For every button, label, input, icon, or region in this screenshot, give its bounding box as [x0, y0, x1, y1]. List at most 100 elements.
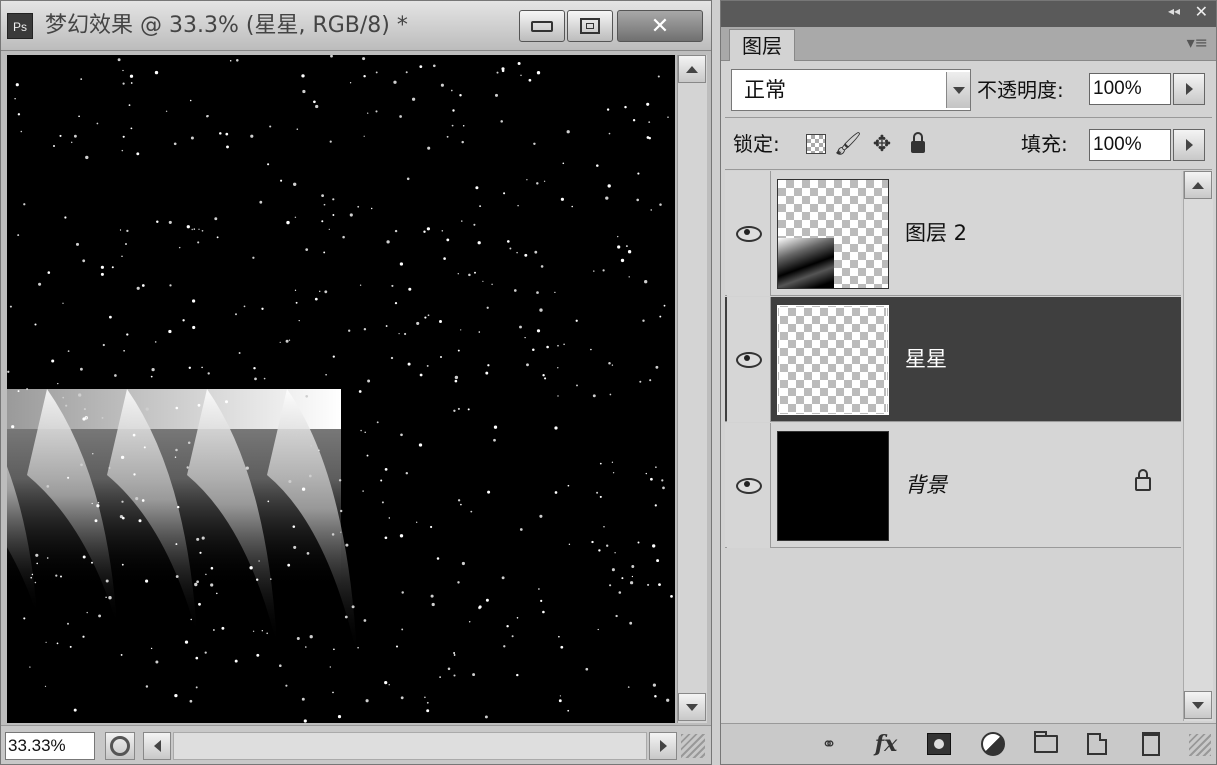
eye-icon	[735, 351, 762, 368]
fill-field[interactable]: 100%	[1089, 129, 1171, 161]
scroll-down-button[interactable]	[1184, 691, 1212, 719]
star	[539, 308, 543, 312]
star	[23, 617, 26, 620]
star	[141, 499, 145, 502]
blend-mode-dropdown-button[interactable]	[946, 72, 970, 108]
star	[121, 255, 123, 258]
star	[80, 367, 83, 371]
document-canvas[interactable]	[7, 55, 675, 723]
star	[605, 196, 609, 200]
star	[259, 200, 263, 204]
star	[453, 654, 456, 656]
star	[472, 673, 476, 677]
panel-close-icon[interactable]: ✕	[1195, 2, 1208, 21]
eye-icon	[735, 225, 762, 242]
scroll-right-button[interactable]	[649, 732, 677, 760]
star	[197, 403, 201, 407]
star	[450, 89, 453, 92]
panel-header-bar[interactable]: ◂◂ ✕	[721, 1, 1216, 27]
star	[506, 625, 509, 628]
star	[151, 367, 155, 372]
layer-name[interactable]: 背景	[905, 423, 947, 548]
star	[252, 256, 255, 259]
lock-image-pixels-icon[interactable]: 🖌	[834, 132, 862, 157]
minimize-button[interactable]	[519, 10, 565, 42]
star	[130, 127, 133, 130]
layer-name[interactable]: 星星	[905, 297, 947, 422]
star	[485, 371, 489, 375]
star	[652, 544, 656, 548]
close-button[interactable]: ✕	[617, 10, 703, 42]
scroll-down-button[interactable]	[678, 693, 706, 721]
tab-layers[interactable]: 图层	[729, 29, 795, 61]
star	[292, 525, 296, 528]
resize-grip[interactable]	[681, 734, 705, 758]
star	[175, 575, 179, 578]
visibility-toggle[interactable]	[727, 171, 771, 296]
star	[121, 516, 125, 520]
star	[64, 216, 67, 219]
fill-slider-button[interactable]	[1173, 129, 1205, 161]
scroll-up-button[interactable]	[1184, 171, 1212, 199]
panel-menu-icon[interactable]: ▾≡	[1187, 33, 1208, 52]
star	[201, 536, 205, 540]
divider	[725, 169, 1212, 170]
star	[461, 220, 463, 222]
star	[554, 491, 558, 494]
star	[384, 536, 388, 540]
lock-position-icon[interactable]: ✥	[871, 132, 893, 157]
star	[321, 220, 324, 223]
star	[324, 290, 328, 294]
visibility-toggle[interactable]	[727, 297, 771, 422]
layer-row-stars[interactable]: 星星	[725, 297, 1181, 422]
scroll-left-button[interactable]	[143, 732, 171, 760]
layer-row-layer2[interactable]: 图层 2	[725, 171, 1181, 296]
star	[381, 501, 384, 504]
arrow-down-icon	[1192, 701, 1204, 709]
star	[621, 577, 624, 580]
fx-icon[interactable]: fx	[867, 730, 905, 758]
star	[45, 641, 47, 644]
star	[295, 434, 298, 437]
lock-all-icon[interactable]	[907, 132, 929, 155]
star	[460, 329, 462, 331]
maximize-button[interactable]	[567, 10, 613, 42]
star	[348, 329, 351, 332]
star	[301, 697, 305, 701]
add-mask-icon[interactable]	[925, 730, 953, 758]
collapse-icon[interactable]: ◂◂	[1168, 4, 1180, 18]
horizontal-scroll-track[interactable]	[173, 732, 647, 760]
adjustment-layer-icon[interactable]	[975, 730, 1011, 758]
star	[186, 466, 189, 469]
visibility-toggle[interactable]	[727, 423, 771, 548]
resize-grip[interactable]	[1189, 734, 1211, 756]
close-icon: ✕	[650, 13, 670, 39]
layer-row-background[interactable]: 背景	[725, 423, 1181, 548]
star	[301, 74, 305, 78]
star	[524, 253, 528, 257]
blend-mode-select[interactable]: 正常	[731, 69, 971, 111]
canvas-vertical-scrollbar[interactable]	[677, 55, 707, 723]
star	[44, 685, 47, 688]
star	[554, 291, 556, 294]
star	[659, 315, 662, 318]
document-titlebar[interactable]: Ps 梦幻效果 @ 33.3% (星星, RGB/8) * ✕	[1, 1, 711, 51]
star	[35, 553, 39, 557]
star	[628, 276, 630, 278]
star	[261, 307, 264, 310]
opacity-slider-button[interactable]	[1173, 73, 1205, 105]
layers-vertical-scrollbar[interactable]	[1183, 171, 1213, 721]
star	[315, 104, 319, 109]
star	[446, 238, 450, 242]
lock-transparent-pixels-icon[interactable]	[805, 133, 827, 155]
layer-name[interactable]: 图层 2	[905, 171, 967, 296]
scroll-up-button[interactable]	[678, 55, 706, 83]
link-layers-icon[interactable]: ⚭	[811, 730, 847, 758]
star	[627, 250, 632, 254]
opacity-field[interactable]: 100%	[1089, 73, 1171, 105]
new-layer-icon[interactable]	[1083, 730, 1111, 758]
zoom-level-field[interactable]: 33.33%	[5, 732, 95, 760]
trash-icon[interactable]	[1137, 730, 1165, 758]
group-folder-icon[interactable]	[1031, 730, 1061, 758]
status-menu-button[interactable]	[105, 732, 135, 760]
